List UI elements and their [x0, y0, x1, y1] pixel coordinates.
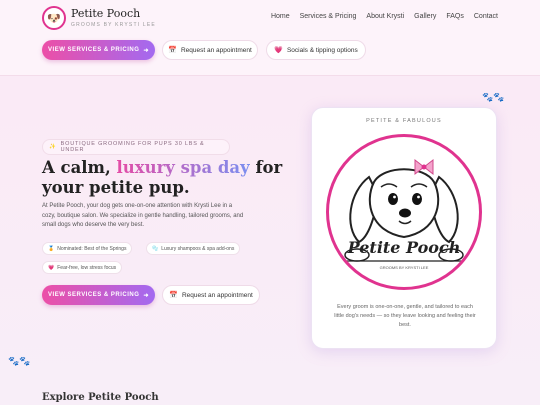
- bubbles-icon: 🫧: [152, 245, 159, 252]
- nav-faqs[interactable]: FAQs: [446, 13, 464, 20]
- pill-fear-free-text: Fear-free, low stress focus: [57, 264, 117, 271]
- petite-pooch-logo: Petite Pooch GROOMS BY KRYSTI LEE: [326, 134, 482, 290]
- arrow-right-icon: ➜: [143, 292, 149, 299]
- request-appointment-button-header[interactable]: 📅 Request an appointment: [162, 40, 258, 60]
- nav-gallery[interactable]: Gallery: [414, 13, 436, 20]
- heart-icon: 💗: [274, 47, 283, 54]
- boutique-badge: ✨ BOUTIQUE GROOMING FOR PUPS 30 LBS & UN…: [42, 139, 230, 155]
- brand-tagline: GROOMS BY KRYSTI LEE: [71, 22, 156, 28]
- sparkle-icon: ✨: [49, 144, 57, 150]
- arrow-right-icon: ➜: [143, 47, 149, 54]
- heart-icon: 💗: [48, 264, 55, 271]
- headline-accent: luxury spa day: [116, 158, 250, 177]
- logo-subtext: GROOMS BY KRYSTI LEE: [380, 265, 429, 270]
- hero-headline: A calm, luxury spa day for your petite p…: [42, 158, 302, 198]
- request-appointment-button-hero[interactable]: 📅 Request an appointment: [162, 285, 260, 305]
- main-nav: Home Services & Pricing About Krysti Gal…: [271, 13, 498, 20]
- nav-about[interactable]: About Krysti: [366, 13, 404, 20]
- nav-contact[interactable]: Contact: [474, 13, 498, 20]
- socials-tipping-label: Socials & tipping options: [286, 46, 358, 54]
- brand-card: PETITE & FABULOUS Petite Pooch GROOMS BY…: [311, 107, 497, 349]
- pill-nominated-text: Nominated: Best of the Springs: [57, 245, 127, 252]
- hero-intro: At Petite Pooch, your dog gets one-on-on…: [42, 203, 244, 228]
- logo-name-text: Petite Pooch: [347, 238, 461, 257]
- medal-icon: 🏅: [48, 245, 55, 252]
- view-services-button-hero[interactable]: VIEW SERVICES & PRICING ➜: [42, 285, 155, 305]
- nav-services-pricing[interactable]: Services & Pricing: [300, 13, 357, 20]
- nav-home[interactable]: Home: [271, 13, 290, 20]
- calendar-icon: 📅: [168, 47, 177, 54]
- boutique-badge-text: BOUTIQUE GROOMING FOR PUPS 30 LBS & UNDE…: [60, 141, 205, 153]
- pill-nominated: 🏅 Nominated: Best of the Springs: [42, 242, 133, 255]
- headline-pre: A calm,: [42, 158, 117, 177]
- paw-icon: 🐾🐾: [482, 92, 505, 102]
- explore-heading: Explore Petite Pooch: [42, 392, 159, 403]
- socials-tipping-button[interactable]: 💗 Socials & tipping options: [266, 40, 366, 60]
- pill-luxury: 🫧 Luxury shampoos & spa add-ons: [146, 242, 241, 255]
- card-description: Every groom is one-on-one, gentle, and t…: [334, 304, 476, 328]
- request-appointment-label: Request an appointment: [180, 46, 252, 54]
- top-bar: 🐶 Petite Pooch GROOMS BY KRYSTI LEE Home…: [0, 0, 540, 76]
- paw-icon: 🐾🐾: [8, 356, 31, 366]
- pill-fear-free: 💗 Fear-free, low stress focus: [42, 261, 123, 274]
- dog-logo-icon: 🐶: [47, 12, 61, 25]
- dog-illustration-icon: Petite Pooch GROOMS BY KRYSTI LEE: [339, 158, 469, 270]
- brand-name[interactable]: Petite Pooch: [71, 7, 140, 20]
- brand-logo[interactable]: 🐶: [42, 6, 66, 30]
- view-services-label: VIEW SERVICES & PRICING: [48, 47, 140, 53]
- calendar-icon: 📅: [169, 292, 178, 299]
- card-title: PETITE & FABULOUS: [366, 118, 442, 124]
- view-services-button-header[interactable]: VIEW SERVICES & PRICING ➜: [42, 40, 155, 60]
- pill-luxury-text: Luxury shampoos & spa add-ons: [161, 245, 235, 252]
- view-services-label-hero: VIEW SERVICES & PRICING: [48, 292, 140, 298]
- request-appointment-label-hero: Request an appointment: [181, 291, 253, 299]
